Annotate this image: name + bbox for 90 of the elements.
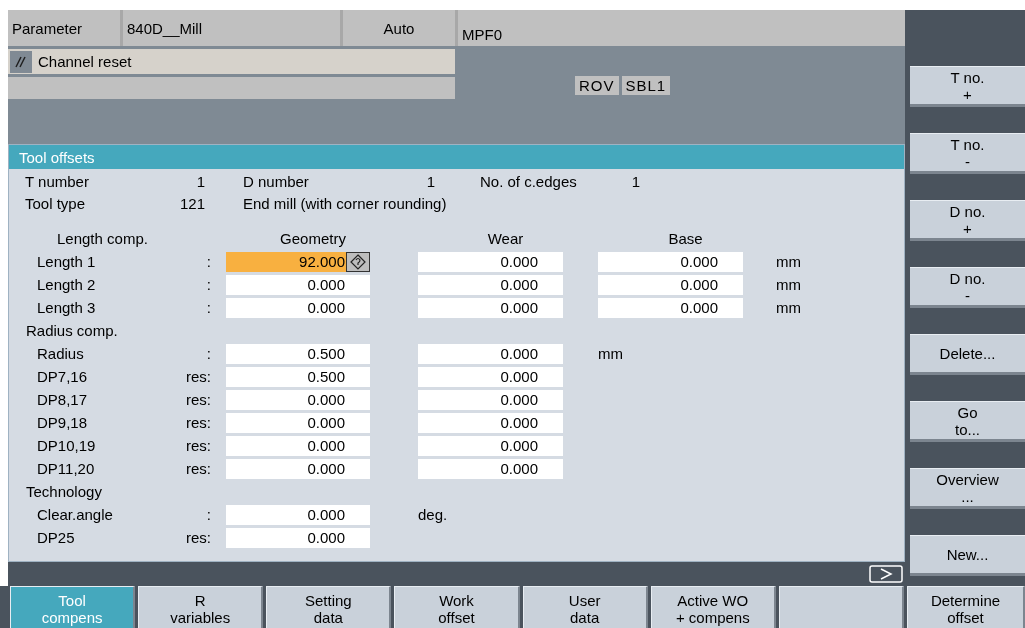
softkey[interactable]: T no. - (910, 133, 1025, 174)
row-suffix: : (205, 276, 212, 293)
unit-label: mm (776, 253, 802, 270)
softkey[interactable]: Active WO + compens (650, 586, 776, 628)
softkey[interactable]: Overview ... (910, 468, 1025, 509)
softkey[interactable] (778, 586, 904, 628)
row-suffix: res: (185, 437, 212, 454)
input-field[interactable]: 0.500 (226, 343, 370, 364)
row-label: Length 2 (36, 276, 97, 293)
softkey[interactable]: R variables (138, 586, 264, 628)
row-label: Length 3 (36, 299, 97, 316)
status-indicator: SBL1 (621, 76, 671, 95)
input-field[interactable]: 0.000 (226, 274, 370, 295)
input-field[interactable]: 0.000 (226, 527, 370, 548)
input-field[interactable]: 0.500 (226, 366, 370, 387)
input-field[interactable]: 0.000 (418, 343, 563, 364)
unit-label: deg. (418, 506, 449, 523)
input-field[interactable]: 0.000 (226, 435, 370, 456)
info-value: 1 (425, 172, 435, 192)
input-field[interactable]: 0.000 (598, 297, 743, 318)
softkey[interactable]: T no. + (910, 66, 1025, 107)
column-heading: Wear (486, 230, 525, 247)
row-suffix: res: (185, 414, 212, 431)
row-suffix: : (205, 253, 212, 270)
input-field[interactable]: 0.000 (418, 458, 563, 479)
input-field[interactable]: 0.000 (418, 366, 563, 387)
input-field[interactable]: 0.000 (226, 504, 370, 525)
unit-label: mm (598, 345, 624, 362)
input-field[interactable]: 0.000 (226, 412, 370, 433)
panel-title: Tool offsets (9, 145, 904, 169)
info-label: No. of c.edges (479, 172, 578, 192)
row-label: DP8,17 (36, 391, 89, 408)
group-heading: Length comp. (56, 230, 149, 247)
softkey[interactable]: Delete... (910, 334, 1025, 375)
info-label: Tool type (25, 194, 87, 214)
input-field[interactable]: 0.000 (598, 274, 743, 295)
column-heading: Geometry (279, 230, 347, 247)
status-indicator: ROV (575, 76, 619, 95)
softkey[interactable]: D no. + (910, 200, 1025, 241)
info-label: T number (25, 172, 90, 192)
group-heading: Radius comp. (26, 322, 119, 339)
channel-status: Channel reset (38, 53, 132, 70)
softkey[interactable]: User data (522, 586, 648, 628)
row-label: DP25 (36, 529, 76, 546)
row-suffix: res: (185, 391, 212, 408)
input-field[interactable]: 0.000 (226, 297, 370, 318)
input-field[interactable]: 0.000 (226, 458, 370, 479)
input-field[interactable]: 0.000 (418, 297, 563, 318)
info-value: 1 (630, 172, 640, 192)
header-cell: Parameter (8, 10, 123, 46)
softkey[interactable]: Setting data (266, 586, 392, 628)
edit-icon (346, 251, 370, 272)
input-field[interactable]: 0.000 (418, 412, 563, 433)
unit-label: mm (776, 276, 802, 293)
row-label: Clear.angle (36, 506, 114, 523)
row-suffix: res: (185, 460, 212, 477)
row-suffix: res: (185, 368, 212, 385)
input-field[interactable]: 0.000 (418, 435, 563, 456)
input-field[interactable]: 0.000 (598, 251, 743, 272)
input-field[interactable]: 0.000 (226, 389, 370, 410)
softkey[interactable]: D no. - (910, 267, 1025, 308)
header-cell-text: MPF0 (461, 25, 503, 45)
softkey[interactable]: Work offset (394, 586, 520, 628)
softkey[interactable]: New... (910, 535, 1025, 576)
row-suffix: : (205, 345, 212, 362)
row-suffix: res: (185, 529, 212, 546)
row-label: DP11,20 (36, 460, 96, 477)
row-label: DP9,18 (36, 414, 89, 431)
chevron-icon[interactable] (869, 565, 903, 583)
group-heading: Technology (26, 483, 103, 500)
info-label: D number (242, 172, 310, 192)
softkey[interactable]: Go to... (910, 401, 1025, 442)
unit-label: mm (776, 299, 802, 316)
info-value: 121 (178, 194, 205, 214)
row-suffix: : (205, 299, 212, 316)
column-heading: Base (667, 230, 704, 247)
input-field[interactable]: 0.000 (418, 274, 563, 295)
input-field[interactable]: 92.000 (226, 251, 370, 272)
row-suffix: : (205, 506, 212, 523)
row-label: DP10,19 (36, 437, 97, 454)
header-cell: Auto (343, 10, 458, 46)
row-label: Length 1 (36, 253, 97, 270)
row-label: DP7,16 (36, 368, 89, 385)
tool-description: End mill (with corner rounding) (242, 194, 448, 214)
row-label: Radius (36, 345, 85, 362)
header-cell: 840D__Mill (123, 10, 343, 46)
input-field[interactable]: 0.000 (418, 389, 563, 410)
info-value: 1 (195, 172, 205, 192)
softkey[interactable]: Determine offset (907, 586, 1025, 628)
input-field[interactable]: 0.000 (418, 251, 563, 272)
